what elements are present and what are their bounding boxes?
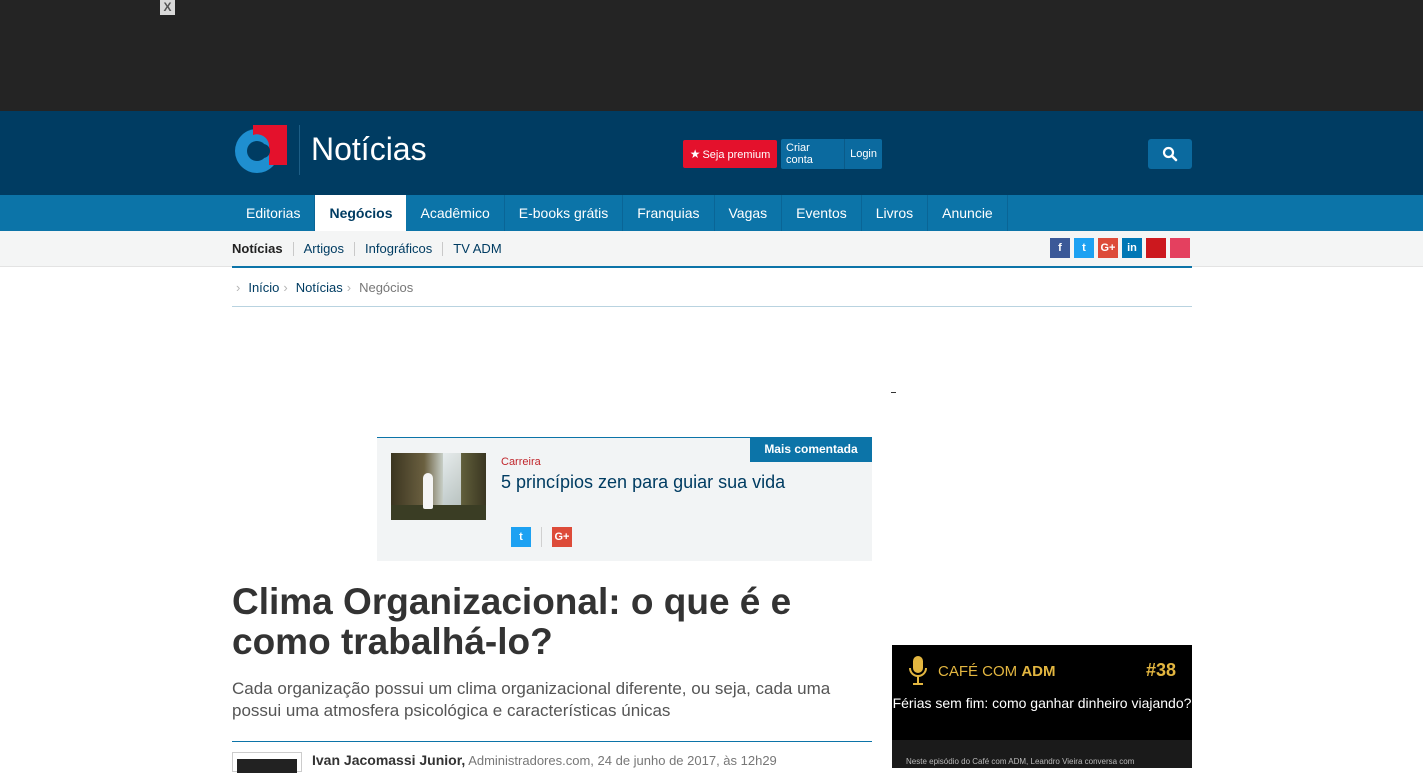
facebook-icon[interactable]: f: [1050, 238, 1070, 258]
instagram-icon[interactable]: [1170, 238, 1190, 258]
article-byline: Ivan Jacomassi Junior, Administradores.c…: [312, 752, 777, 768]
cafe-com-adm-widget[interactable]: CAFÉ COM ADM #38 Férias sem fim: como ga…: [892, 645, 1192, 768]
author-name[interactable]: Ivan Jacomassi Junior,: [312, 752, 465, 768]
subnav-item-artigos[interactable]: Artigos: [294, 242, 356, 256]
share-divider: [541, 527, 542, 547]
breadcrumb-item: Negócios: [359, 279, 414, 295]
twitter-share-icon[interactable]: t: [511, 527, 531, 547]
thumbnail-ground: [391, 505, 486, 520]
chevron-right-icon: ›: [236, 279, 241, 295]
create-account-button[interactable]: Criar conta: [781, 142, 844, 166]
nav-item-eventos[interactable]: Eventos: [782, 195, 862, 231]
article-category[interactable]: Carreira: [501, 456, 541, 468]
breadcrumb: › Início › Notícias › Negócios: [232, 268, 1192, 307]
premium-label: Seja premium: [702, 149, 771, 161]
linkedin-icon[interactable]: in: [1122, 238, 1142, 258]
site-section-title[interactable]: Notícias: [311, 131, 427, 168]
nav-item-editorias[interactable]: Editorias: [232, 195, 316, 231]
premium-button[interactable]: ★ Seja premium: [683, 140, 777, 168]
google-plus-icon[interactable]: G+: [1098, 238, 1118, 258]
twitter-icon[interactable]: t: [1074, 238, 1094, 258]
ad-placeholder-mark: [891, 392, 896, 393]
youtube-icon[interactable]: [1146, 238, 1166, 258]
nav-item-livros[interactable]: Livros: [862, 195, 929, 231]
nav-item-acad-mico[interactable]: Acadêmico: [406, 195, 505, 231]
chevron-right-icon: ›: [346, 279, 352, 295]
social-links: f t G+ in: [1050, 238, 1190, 258]
breadcrumb-item[interactable]: Notícias: [296, 280, 343, 295]
subnav-item-not-cias[interactable]: Notícias: [232, 242, 294, 256]
nav-item-franquias[interactable]: Franquias: [623, 195, 715, 231]
top-ad-banner: X: [0, 0, 1423, 111]
thumbnail-figure: [423, 473, 433, 509]
share-buttons: t G+: [511, 527, 572, 547]
author-avatar[interactable]: [232, 752, 302, 773]
star-icon: ★: [689, 147, 701, 161]
podcast-title[interactable]: Férias sem fim: como ganhar dinheiro via…: [892, 695, 1192, 712]
breadcrumb-item[interactable]: Início: [248, 280, 279, 295]
article-headline: Clima Organizacional: o que é e como tra…: [232, 581, 792, 662]
search-button[interactable]: [1148, 139, 1192, 169]
podcast-brand: CAFÉ COM ADM: [938, 663, 1056, 680]
subnav-item-infogr-ficos[interactable]: Infográficos: [355, 242, 444, 256]
nav-item-neg-cios[interactable]: Negócios: [315, 195, 407, 231]
site-header: Notícias ★ Seja premium Criar conta Login: [0, 111, 1423, 195]
logo-divider: [299, 125, 300, 175]
article-thumbnail[interactable]: [391, 453, 486, 520]
article-subhead: Cada organização possui um clima organiz…: [232, 679, 831, 720]
podcast-description: Neste episódio do Café com ADM, Leandro …: [892, 740, 1192, 768]
login-button[interactable]: Login: [845, 148, 882, 160]
sub-navigation: Notícias Artigos Infográficos TV ADM f t G+ in: [0, 231, 1423, 267]
microphone-icon: [909, 656, 927, 685]
nav-item-vagas[interactable]: Vagas: [715, 195, 783, 231]
account-buttons: Criar conta Login: [781, 139, 882, 169]
most-commented-title[interactable]: 5 princípios zen para guiar sua vida: [501, 472, 785, 493]
main-navigation: Editorias Negócios Acadêmico E-books grátis…: [0, 195, 1423, 231]
author-divider: [232, 741, 872, 742]
chevron-right-icon: ›: [283, 279, 288, 295]
search-icon: [1162, 146, 1178, 162]
most-commented-tag: Mais comentada: [750, 437, 872, 462]
article-meta: Administradores.com, 24 de junho de 2017…: [465, 753, 777, 768]
most-commented-box: Mais comentada Carreira 5 princípios zen…: [377, 437, 872, 561]
nav-item-anuncie[interactable]: Anuncie: [928, 195, 1008, 231]
podcast-episode-number: #38: [1145, 660, 1176, 680]
subnav-item-tv-adm[interactable]: TV ADM: [443, 242, 511, 256]
site-logo[interactable]: [233, 125, 287, 175]
nav-item-e-books-gr-tis[interactable]: E-books grátis: [505, 195, 624, 231]
close-ad-button[interactable]: X: [160, 0, 175, 15]
google-plus-share-icon[interactable]: G+: [552, 527, 572, 547]
